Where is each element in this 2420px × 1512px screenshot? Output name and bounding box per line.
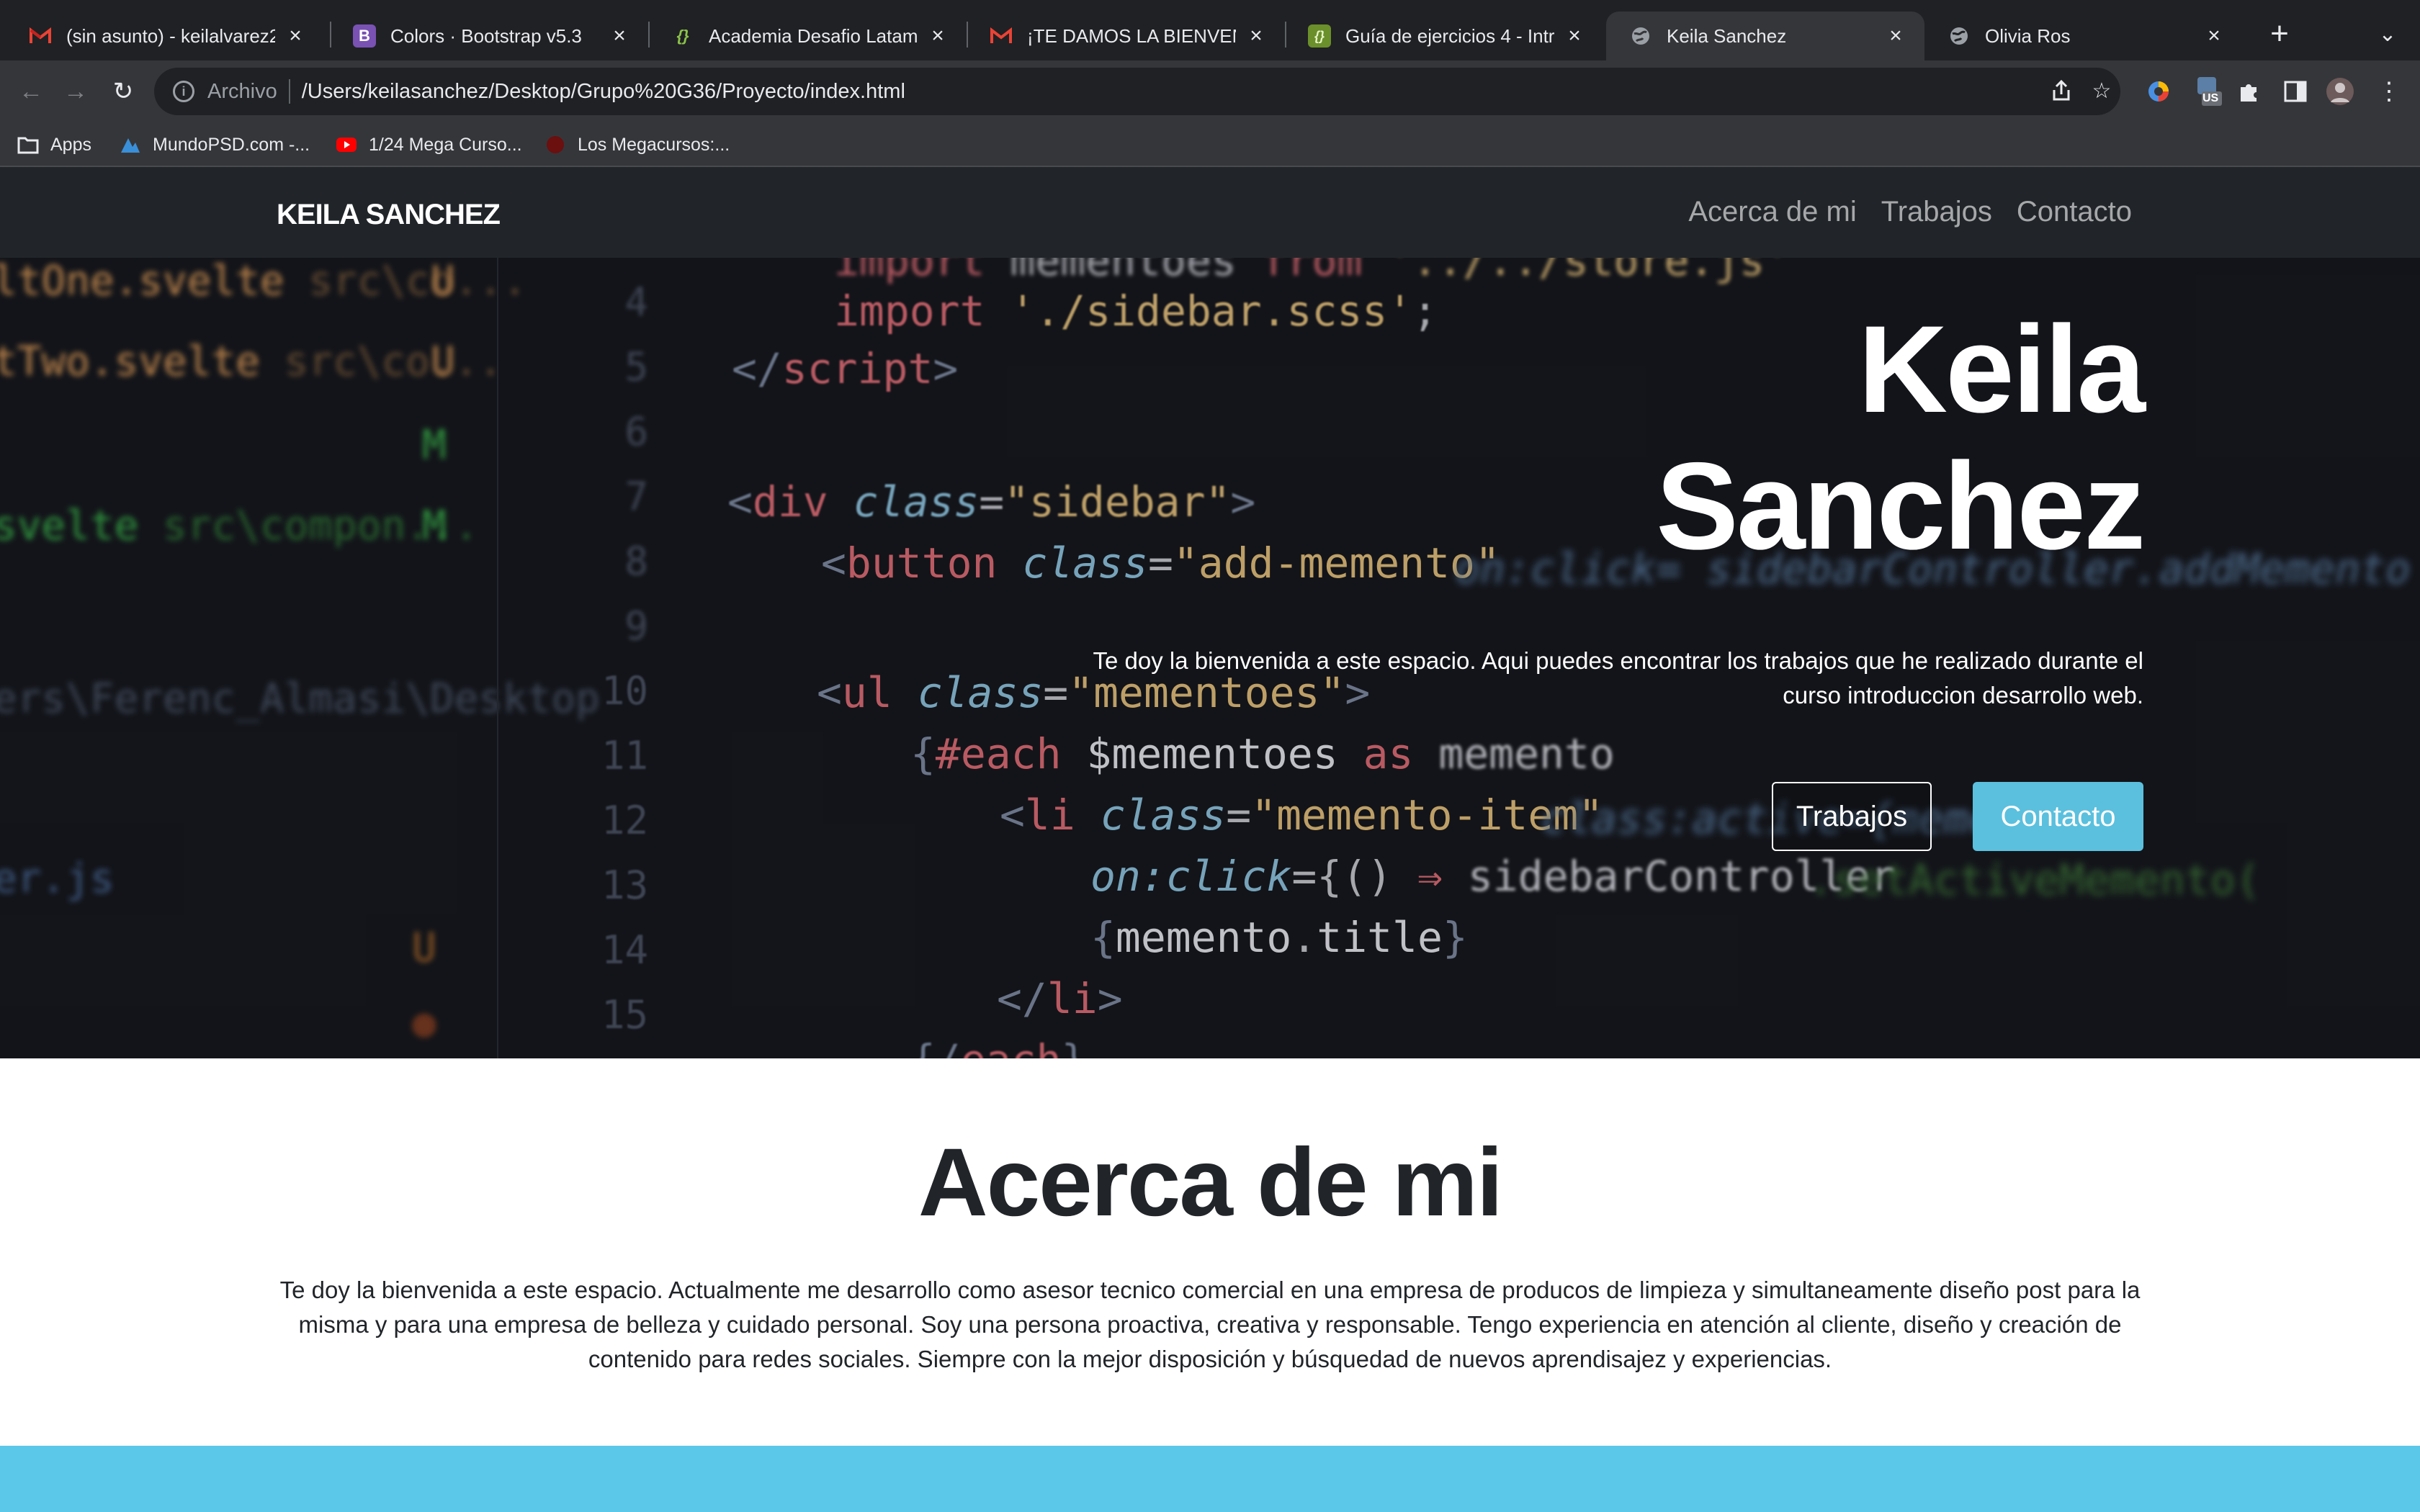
contacto-button[interactable]: Contacto — [1973, 782, 2143, 851]
mundopsd-icon — [121, 138, 140, 153]
browser-menu-icon[interactable]: ⋮ — [2372, 75, 2406, 108]
bookmark-apps[interactable]: Apps — [17, 131, 91, 158]
close-icon[interactable]: × — [1563, 24, 1586, 48]
nav-link-acerca[interactable]: Acerca de mi — [1688, 196, 1856, 228]
trabajos-button[interactable]: Trabajos — [1772, 782, 1932, 851]
bookmark-mega-curso[interactable]: 1/24 Mega Curso... — [336, 131, 522, 158]
about-title: Acerca de mi — [918, 1129, 1503, 1236]
hero-welcome-text: Te doy la bienvenida a este espacio. Aqu… — [1093, 647, 2144, 708]
back-arrow-icon[interactable]: ← — [13, 73, 49, 109]
tab-title: (sin asunto) - keilalvarez20 — [66, 24, 275, 47]
hero-title-first-name: Keila — [1857, 300, 2146, 438]
close-icon[interactable]: × — [608, 24, 631, 48]
about-text: Te doy la bienvenida a este espacio. Act… — [279, 1277, 2141, 1372]
tab-title: Academia Desafio Latam - I — [709, 24, 918, 47]
bookmark-mundopsd[interactable]: MundoPSD.com -... — [120, 131, 310, 158]
tab-guia-ejercicios[interactable]: {} Guía de ejercicios 4 - Introd × — [1285, 12, 1603, 60]
side-panel-icon[interactable] — [2279, 75, 2312, 108]
extension-color-picker-icon[interactable] — [2142, 75, 2175, 108]
hero-title: Keila Sanchez — [1656, 300, 2146, 575]
bookmark-star-icon[interactable]: ☆ — [2086, 75, 2118, 107]
close-icon[interactable]: × — [1884, 24, 1907, 48]
tab-title: Guía de ejercicios 4 - Introd — [1345, 24, 1554, 47]
browser-toolbar: ← → ↻ i Archivo /Users/keilasanchez/Desk… — [0, 60, 2420, 122]
hero-title-last-name: Sanchez — [1656, 437, 2146, 575]
new-tab-icon[interactable]: + — [2262, 16, 2298, 52]
share-icon[interactable] — [2045, 75, 2077, 107]
bookmark-megacursos[interactable]: Los Megacursos:... — [544, 131, 730, 158]
globe-icon — [1629, 24, 1652, 48]
close-icon[interactable]: × — [926, 24, 949, 48]
nav-link-contacto[interactable]: Contacto — [2017, 196, 2132, 228]
extension-badge: US — [2202, 92, 2219, 104]
close-icon[interactable]: × — [284, 24, 307, 48]
megacursos-icon — [547, 136, 564, 153]
tab-desafio-latam[interactable]: {} Academia Desafio Latam - I × — [648, 12, 967, 60]
braces-icon: {} — [676, 27, 689, 45]
gmail-icon — [29, 24, 52, 48]
close-icon[interactable]: × — [1245, 24, 1268, 48]
tab-bootstrap-colors[interactable]: B Colors · Bootstrap v5.3 × — [330, 12, 648, 60]
next-section-band — [0, 1446, 2420, 1512]
tab-title: Colors · Bootstrap v5.3 — [390, 24, 582, 47]
apps-folder-icon — [17, 137, 39, 154]
tab-olivia-ros[interactable]: Olivia Ros × — [1924, 12, 2243, 60]
bookmark-label: Los Megacursos:... — [578, 134, 730, 155]
extensions-puzzle-icon[interactable] — [2233, 75, 2266, 108]
site-brand[interactable]: KEILA SANCHEZ — [277, 199, 501, 231]
gmail-icon — [990, 24, 1013, 48]
profile-avatar[interactable] — [2323, 75, 2357, 108]
tab-title: Olivia Ros — [1985, 24, 2071, 47]
site-navbar: KEILA SANCHEZ Acerca de mi Trabajos Cont… — [0, 167, 2420, 258]
reload-icon[interactable]: ↻ — [105, 73, 141, 109]
tab-keila-sanchez[interactable]: Keila Sanchez × — [1606, 12, 1924, 60]
bookmark-label: 1/24 Mega Curso... — [369, 134, 522, 155]
tab-search-chevron-icon[interactable]: ⌄ — [2370, 16, 2406, 52]
bookmark-label: MundoPSD.com -... — [153, 134, 310, 155]
bookmarks-bar: Apps MundoPSD.com -... 1/24 Mega Curso..… — [0, 122, 2420, 167]
globe-icon — [1948, 24, 1971, 48]
hero-section: ltOne.svelte src\co... tTwo.svelte src\c… — [0, 258, 2420, 1058]
about-section: Acerca de mi Te doy la bienvenida a este… — [0, 1058, 2420, 1446]
close-icon[interactable]: × — [2202, 24, 2226, 48]
nav-link-trabajos[interactable]: Trabajos — [1881, 196, 1992, 228]
info-icon[interactable]: i — [173, 81, 194, 102]
braces-icon: {} — [1308, 24, 1331, 48]
site-nav-links: Acerca de mi Trabajos Contacto — [1688, 196, 2132, 228]
bookmark-label: Apps — [50, 134, 91, 155]
tab-title: Keila Sanchez — [1667, 24, 1787, 47]
address-bar[interactable]: i Archivo /Users/keilasanchez/Desktop/Gr… — [154, 68, 2120, 115]
tab-title: ¡TE DAMOS LA BIENVENIDA — [1027, 24, 1236, 47]
forward-arrow-icon[interactable]: → — [58, 73, 94, 109]
tab-gmail-sin-asunto[interactable]: (sin asunto) - keilalvarez20 × — [6, 12, 324, 60]
bootstrap-icon: B — [353, 24, 376, 48]
browser-tab-strip: (sin asunto) - keilalvarez20 × B Colors … — [0, 0, 2420, 60]
youtube-icon — [336, 138, 357, 152]
extension-language-icon[interactable]: US — [2192, 75, 2226, 108]
tab-gmail-bienvenida[interactable]: ¡TE DAMOS LA BIENVENIDA × — [967, 12, 1285, 60]
address-divider — [288, 79, 290, 104]
address-scheme-label: Archivo — [207, 79, 277, 103]
address-url[interactable]: /Users/keilasanchez/Desktop/Grupo%20G36/… — [302, 80, 905, 104]
